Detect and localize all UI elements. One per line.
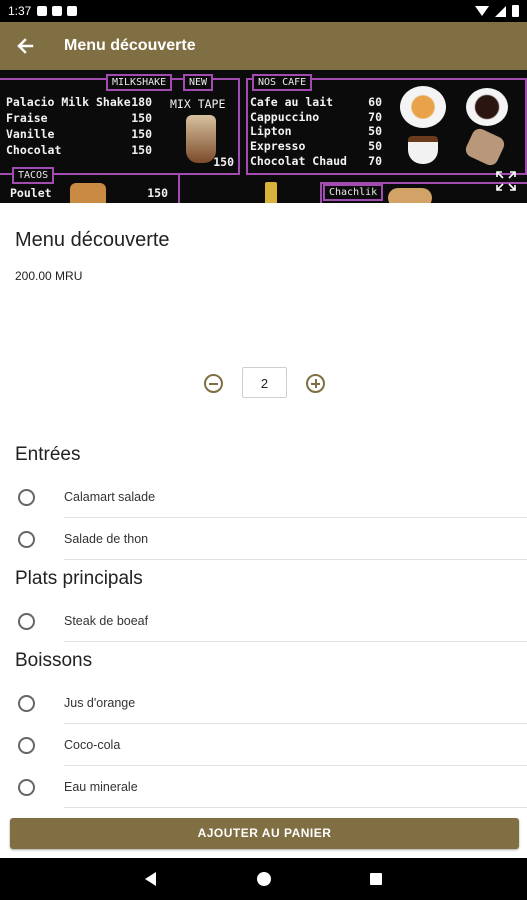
radio-unchecked-icon[interactable] <box>18 489 35 506</box>
menu-tag-milkshake: MILKSHAKE <box>106 74 173 91</box>
menu-price: 180 <box>131 95 152 109</box>
product-title: Menu découverte <box>15 229 170 251</box>
tacos-image <box>70 183 106 203</box>
menu-price: 150 <box>131 111 152 125</box>
menu-item: Poulet <box>10 186 52 200</box>
section-title-entrees: Entrées <box>15 444 81 465</box>
add-to-cart-button[interactable]: AJOUTER AU PANIER <box>10 818 519 849</box>
status-bar: 1:37 <box>0 0 527 22</box>
radio-unchecked-icon[interactable] <box>18 695 35 712</box>
nav-back-icon[interactable] <box>145 872 156 886</box>
nav-recents-icon[interactable] <box>370 873 382 885</box>
minus-circle-icon <box>209 382 218 385</box>
signal-icon <box>495 5 506 17</box>
option-label: Salade de thon <box>64 532 149 546</box>
menu-item: Lipton <box>250 124 292 138</box>
menu-item: Cafe au lait <box>250 95 334 109</box>
menu-price: 150 <box>213 155 234 169</box>
radio-unchecked-icon[interactable] <box>18 531 35 548</box>
quantity-stepper: 2 <box>0 367 527 399</box>
back-arrow-icon <box>17 38 34 54</box>
section-title-plats: Plats principals <box>15 568 143 589</box>
divider <box>64 641 527 642</box>
menu-item: Palacio Milk Shake <box>6 95 131 109</box>
option-label: Jus d'orange <box>64 696 136 710</box>
sd-card-icon <box>67 6 78 16</box>
menu-price: 70 <box>368 154 382 168</box>
option-row[interactable]: Steak de boeaf <box>0 600 527 642</box>
menu-price: 50 <box>368 124 382 138</box>
menu-item: Fraise <box>6 111 48 125</box>
espresso-cup-image <box>466 88 508 126</box>
coffee-cup-image <box>400 86 446 128</box>
menu-tag-tacos: TACOS <box>12 167 55 184</box>
app-screen: 1:37 Menu découverte MILKSHAKE NEW NOS C… <box>0 0 527 900</box>
status-time: 1:37 <box>8 4 32 18</box>
menu-item: Chocolat <box>6 143 62 157</box>
nav-home-icon[interactable] <box>257 872 271 886</box>
section-title-boissons: Boissons <box>15 650 93 671</box>
system-nav-bar <box>0 858 527 900</box>
option-row[interactable]: Coco-cola <box>0 724 527 766</box>
menu-tag-cafe: NOS CAFE <box>252 74 313 91</box>
option-row[interactable]: Eau minerale <box>0 766 527 808</box>
status-icons <box>475 5 519 17</box>
plus-circle-icon-vertical <box>314 379 317 388</box>
battery-icon <box>512 5 519 17</box>
option-row[interactable]: Calamart salade <box>0 476 527 518</box>
radio-unchecked-icon[interactable] <box>18 613 35 630</box>
menu-price: 70 <box>368 110 382 124</box>
product-image[interactable]: MILKSHAKE NEW NOS CAFE Palacio Milk Shak… <box>0 70 527 203</box>
option-label: Steak de boeaf <box>64 614 149 628</box>
menu-tag-chachlik: Chachlik <box>323 184 384 201</box>
option-label: Eau minerale <box>64 780 138 794</box>
menu-item: Vanille <box>6 127 55 141</box>
increase-quantity-button[interactable] <box>306 374 325 393</box>
menu-price: 150 <box>147 186 168 200</box>
hot-chocolate-image <box>408 136 438 164</box>
app-bar-title: Menu découverte <box>64 37 196 54</box>
option-label: Coco-cola <box>64 738 121 752</box>
menu-price: 150 <box>131 143 152 157</box>
menu-price: 60 <box>368 95 382 109</box>
radio-unchecked-icon[interactable] <box>18 737 35 754</box>
divider <box>64 559 527 560</box>
radio-unchecked-icon[interactable] <box>18 779 35 796</box>
menu-price: 150 <box>131 127 152 141</box>
option-row[interactable]: Salade de thon <box>0 518 527 560</box>
expand-icon[interactable] <box>495 170 517 192</box>
chachlik-image <box>388 188 432 203</box>
menu-price: 50 <box>368 139 382 153</box>
wifi-icon <box>475 6 489 16</box>
option-label: Calamart salade <box>64 490 156 504</box>
menu-item: MIX TAPE <box>170 97 226 111</box>
app-notification-icon <box>52 6 63 16</box>
option-row[interactable]: Jus d'orange <box>0 682 527 724</box>
menu-item: Expresso <box>250 139 306 153</box>
notification-icon <box>37 6 48 16</box>
quantity-input[interactable]: 2 <box>242 367 287 398</box>
back-button[interactable] <box>0 22 50 70</box>
glass-image <box>265 182 277 203</box>
menu-item: Cappuccino <box>250 110 320 124</box>
menu-tag-new: NEW <box>183 74 214 91</box>
decrease-quantity-button[interactable] <box>204 374 223 393</box>
product-price: 200.00 MRU <box>15 269 83 283</box>
divider <box>64 807 527 808</box>
app-bar: Menu découverte <box>0 22 527 70</box>
menu-item: Chocolat Chaud <box>250 154 347 168</box>
